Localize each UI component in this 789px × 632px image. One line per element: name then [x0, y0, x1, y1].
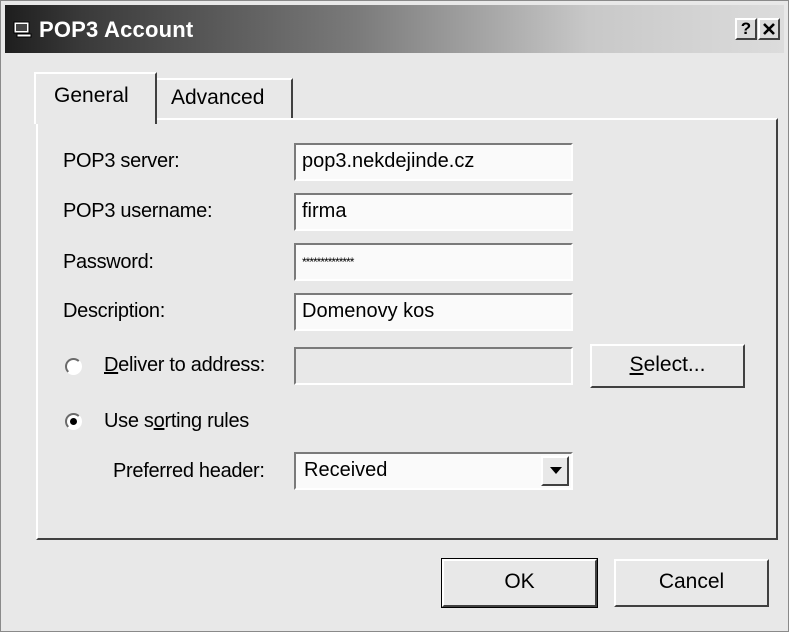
preferred-header-label: Preferred header: — [113, 460, 265, 482]
sorting-label-post: rting rules — [164, 410, 249, 432]
select-label-text: elect... — [643, 353, 706, 376]
sorting-mnemonic: o — [153, 410, 165, 432]
pop3-server-label: POP3 server: — [63, 150, 180, 172]
radio-selected-dot — [70, 418, 77, 425]
cancel-button[interactable]: Cancel — [614, 559, 769, 607]
triangle-down-icon — [550, 467, 562, 474]
help-button[interactable]: ? — [735, 18, 757, 40]
use-sorting-rules-label[interactable]: Use sorting rules — [104, 410, 249, 433]
use-sorting-rules-radio[interactable] — [65, 413, 82, 430]
select-button[interactable]: Select... — [590, 344, 745, 388]
close-icon — [763, 23, 775, 35]
pop3-username-input[interactable]: firma — [294, 193, 573, 231]
dropdown-arrow-button[interactable] — [541, 456, 569, 486]
close-button[interactable] — [758, 18, 780, 40]
preferred-header-select[interactable]: Received — [294, 452, 573, 490]
deliver-to-address-radio[interactable] — [65, 358, 82, 375]
tab-advanced[interactable]: Advanced — [155, 78, 293, 118]
pop3-account-dialog: POP3 Account ? General Advanced POP3 ser… — [0, 0, 789, 632]
ok-button[interactable]: OK — [441, 558, 598, 608]
computer-icon — [13, 20, 33, 38]
pop3-server-input[interactable]: pop3.nekdejinde.cz — [294, 143, 573, 181]
description-label: Description: — [63, 300, 165, 322]
title-bar[interactable]: POP3 Account ? — [5, 5, 784, 53]
password-input[interactable]: ************** — [294, 243, 573, 281]
deliver-to-address-label[interactable]: Deliver to address: — [104, 354, 265, 377]
password-label: Password: — [63, 251, 154, 273]
deliver-label-text: eliver to address: — [118, 354, 266, 376]
deliver-mnemonic: D — [104, 354, 119, 376]
description-input[interactable]: Domenovy kos — [294, 293, 573, 331]
preferred-header-value: Received — [304, 459, 388, 481]
tab-general[interactable]: General — [34, 72, 157, 124]
select-mnemonic: S — [629, 353, 644, 376]
sorting-label-pre: Use s — [104, 410, 154, 432]
deliver-to-address-input[interactable] — [294, 347, 573, 385]
window-title: POP3 Account — [39, 17, 194, 42]
pop3-username-label: POP3 username: — [63, 200, 213, 222]
